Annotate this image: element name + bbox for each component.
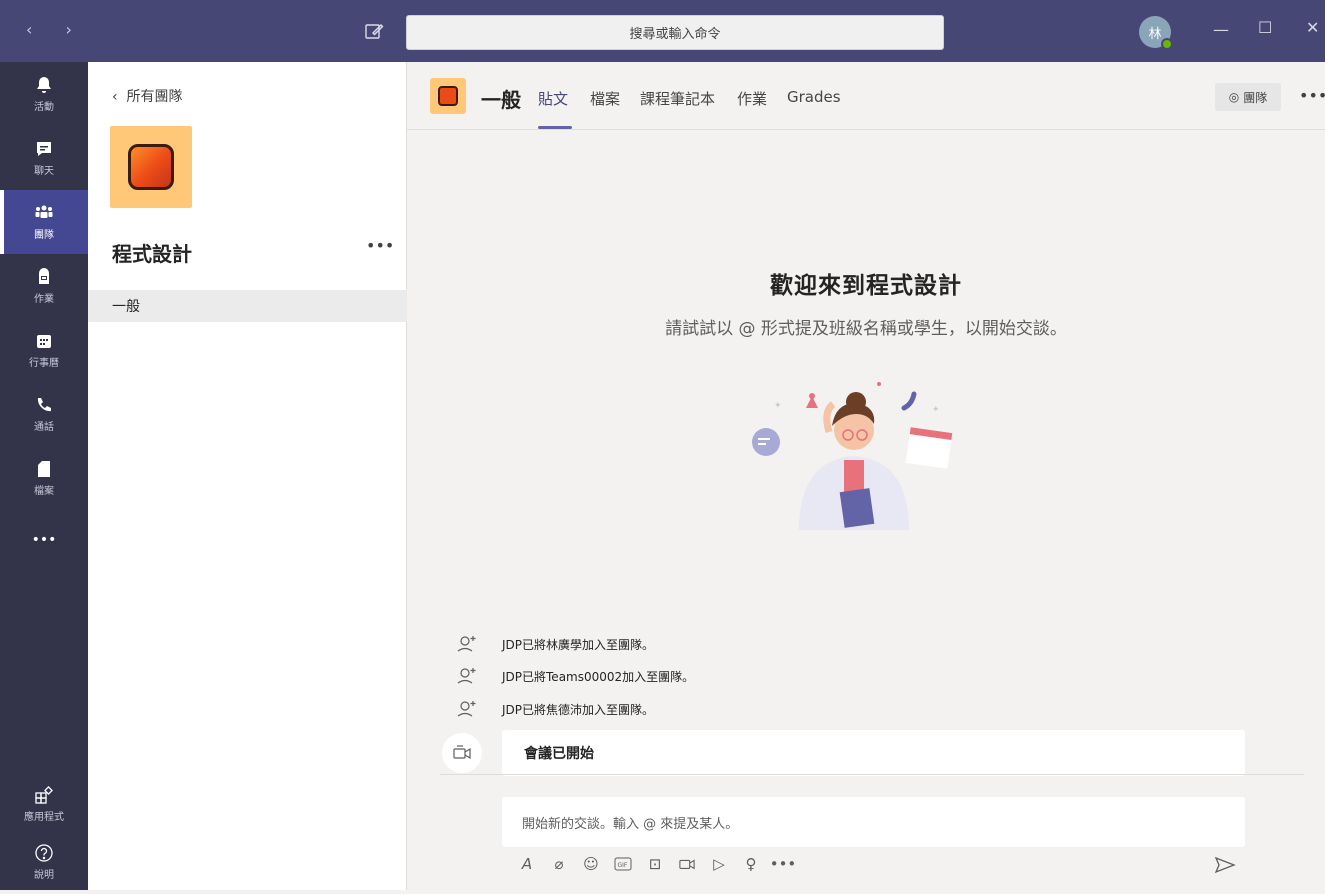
- help-icon: [35, 844, 53, 862]
- send-icon[interactable]: [1214, 856, 1236, 874]
- gif-icon[interactable]: GIF: [614, 855, 632, 873]
- tab-posts[interactable]: 貼文: [538, 88, 568, 109]
- tab-files[interactable]: 檔案: [590, 88, 620, 109]
- meeting-started-card[interactable]: 會議已開始: [502, 730, 1245, 776]
- meet-now-icon[interactable]: [678, 855, 696, 873]
- sticker-icon[interactable]: ⊡: [646, 855, 664, 873]
- praise-icon[interactable]: ♀: [742, 855, 760, 873]
- rail-label: 說明: [34, 870, 54, 881]
- rail-label: 行事曆: [29, 358, 59, 369]
- more-apps-button[interactable]: •••: [0, 508, 88, 572]
- phone-icon: [37, 398, 51, 412]
- channel-logo: [430, 78, 466, 114]
- divider: [440, 774, 1304, 775]
- history-nav[interactable]: ‹ ›: [26, 20, 86, 39]
- composer-toolbar: A ⌀ ☺ GIF ⊡ ▷ ♀ •••: [518, 855, 797, 873]
- rail-item-calendar[interactable]: 行事曆: [0, 318, 88, 382]
- active-tab-indicator: [538, 126, 572, 129]
- svg-text:✦: ✦: [774, 401, 782, 411]
- more-icon: •••: [31, 532, 57, 548]
- tab-grades[interactable]: Grades: [787, 88, 841, 106]
- minimize-icon[interactable]: —: [1213, 20, 1229, 39]
- maximize-icon[interactable]: ☐: [1258, 18, 1272, 37]
- chevron-left-icon: ‹: [112, 89, 127, 105]
- svg-text:✦: ✦: [932, 405, 940, 415]
- assignments-icon: [39, 268, 49, 284]
- feed-event-text: JDP已將Teams00002加入至團隊。: [502, 669, 695, 684]
- rail-label: 聊天: [34, 166, 54, 177]
- team-name: 程式設計: [112, 242, 192, 266]
- rail-item-activity[interactable]: 活動: [0, 62, 88, 126]
- feed-event: JDP已將焦德沛加入至團隊。: [456, 697, 654, 721]
- team-button[interactable]: ◎ 團隊: [1215, 83, 1281, 111]
- rail-item-files[interactable]: 檔案: [0, 446, 88, 510]
- team-logo: [110, 126, 192, 208]
- emoji-icon[interactable]: ☺: [582, 855, 600, 873]
- stream-icon[interactable]: ▷: [710, 855, 728, 873]
- title-bar: ‹ › 搜尋或輸入命令 林 — ☐ ✕: [0, 0, 1325, 62]
- app-rail: 活動 聊天 團隊 作業 行事曆 通話 檔案 ••• 應用程式 說明: [0, 62, 88, 890]
- more-options-icon[interactable]: •••: [770, 855, 797, 873]
- bell-icon: [37, 77, 51, 93]
- calendar-icon: [37, 335, 51, 348]
- feed-event: JDP已將Teams00002加入至團隊。: [456, 664, 694, 688]
- format-icon[interactable]: A: [518, 855, 536, 873]
- teams-icon: [35, 205, 53, 218]
- rail-label: 通話: [34, 422, 54, 433]
- rail-item-teams[interactable]: 團隊: [0, 190, 88, 254]
- avatar-initial: 林: [1148, 26, 1162, 42]
- welcome-subtitle: 請試試以 @ 形式提及班級名稱或學生，以開始交談。: [665, 319, 1067, 339]
- back-to-all-teams[interactable]: ‹ 所有團隊: [112, 86, 183, 106]
- apps-icon: [35, 786, 53, 804]
- files-icon: [38, 461, 50, 477]
- tab-class-notebook[interactable]: 課程筆記本: [640, 88, 715, 109]
- team-more-options[interactable]: •••: [366, 236, 394, 255]
- rail-item-assignments[interactable]: 作業: [0, 254, 88, 318]
- chat-icon: [37, 142, 51, 156]
- tab-assignments[interactable]: 作業: [737, 88, 767, 109]
- add-member-icon: [457, 636, 476, 652]
- rail-label: 應用程式: [24, 812, 64, 823]
- channel-name: 一般: [481, 88, 521, 112]
- rail-item-calls[interactable]: 通話: [0, 382, 88, 446]
- help-button[interactable]: 說明: [0, 830, 88, 894]
- add-member-icon: [457, 701, 476, 717]
- add-member-icon: [457, 668, 476, 684]
- header-more-options[interactable]: •••: [1299, 86, 1325, 105]
- welcome-title: 歡迎來到程式設計: [770, 273, 962, 299]
- avatar[interactable]: 林: [1139, 16, 1173, 50]
- feed-event: JDP已將林廣學加入至團隊。: [456, 632, 654, 656]
- feed-event-text: JDP已將焦德沛加入至團隊。: [502, 702, 655, 717]
- presence-available-icon: [1161, 38, 1173, 50]
- team-button-label: 團隊: [1243, 90, 1268, 105]
- search-input[interactable]: 搜尋或輸入命令: [406, 15, 944, 50]
- new-chat-icon[interactable]: [364, 22, 384, 40]
- rail-label: 作業: [34, 294, 54, 305]
- attach-icon[interactable]: ⌀: [550, 855, 568, 873]
- rail-label: 檔案: [34, 486, 54, 497]
- meeting-video-icon: [442, 733, 482, 773]
- close-icon[interactable]: ✕: [1306, 18, 1319, 37]
- rail-item-chat[interactable]: 聊天: [0, 126, 88, 190]
- rail-label: 團隊: [34, 230, 54, 241]
- back-label: 所有團隊: [126, 89, 183, 105]
- apps-button[interactable]: 應用程式: [0, 772, 88, 836]
- new-conversation-input[interactable]: 開始新的交談。輸入 @ 來提及某人。: [502, 797, 1245, 847]
- welcome-illustration: ✦ ✦: [752, 382, 953, 530]
- eye-icon: ◎: [1228, 90, 1240, 104]
- feed-event-text: JDP已將林廣學加入至團隊。: [502, 637, 655, 652]
- svg-text:GIF: GIF: [618, 862, 628, 869]
- channel-item-general[interactable]: 一般: [88, 290, 407, 322]
- rail-label: 活動: [34, 102, 54, 113]
